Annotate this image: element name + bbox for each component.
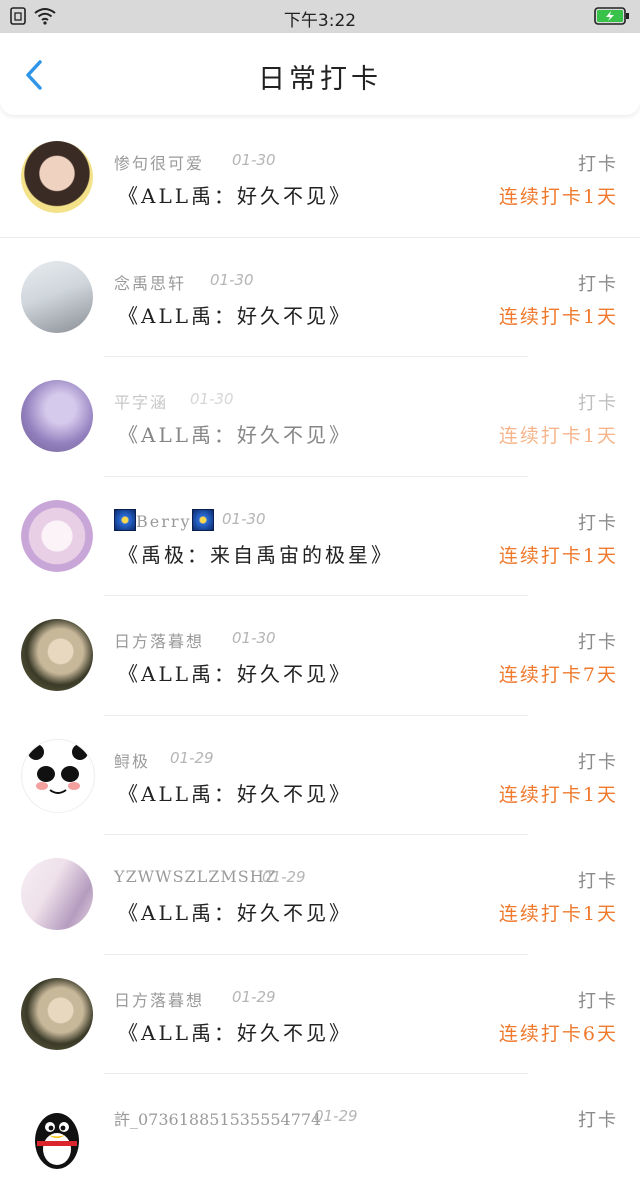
list-item[interactable]: 惨句很可爱 01-30 《ALL禹：好久不见》 打卡 连续打卡1天 (0, 118, 640, 238)
status-time: 下午3:22 (283, 11, 357, 31)
checkin-label: 打卡 (578, 154, 618, 175)
avatar[interactable] (21, 738, 95, 813)
book-title[interactable]: 《ALL禹：好久不见》 (118, 658, 352, 687)
list-item[interactable]: YZWWSZLZMSHZ 01-29 《ALL禹：好久不见》 打卡 连续打卡1天 (0, 835, 640, 955)
avatar[interactable] (21, 1097, 93, 1169)
checkin-label: 打卡 (578, 273, 618, 295)
streak-label: 连续打卡1天 (498, 305, 618, 328)
list-item[interactable]: 許_073618851535554774 01-29 打卡 (0, 1074, 640, 1194)
sparkle-icon (114, 508, 136, 531)
checkin-label: 打卡 (578, 751, 618, 773)
streak-label: 连续打卡1天 (498, 544, 618, 567)
checkin-label: 打卡 (578, 393, 618, 414)
checkin-date: 01-30 (232, 151, 276, 169)
book-title[interactable]: 《禹极：来自禹宙的极星》 (118, 539, 394, 568)
checkin-label: 打卡 (578, 1110, 618, 1131)
book-title[interactable]: 《ALL禹：好久不见》 (118, 778, 352, 807)
list-item[interactable]: 鲟极 01-29 《ALL禹：好久不见》 打卡 连续打卡1天 (0, 716, 640, 836)
user-name[interactable]: 鲟极 (114, 748, 150, 772)
checkin-date: 01-29 (170, 748, 214, 767)
streak-label: 连续打卡1天 (498, 186, 618, 208)
checkin-date: 01-29 (262, 868, 306, 886)
checkin-date: 01-30 (222, 509, 266, 528)
avatar[interactable] (21, 141, 93, 213)
user-name[interactable]: 平字涵 (114, 389, 168, 413)
checkin-label: 打卡 (578, 871, 618, 892)
book-title[interactable]: 《ALL禹：好久不见》 (118, 180, 352, 209)
user-name[interactable]: 惨句很可爱 (114, 150, 204, 174)
list-item[interactable]: 日方落暮想 01-29 《ALL禹：好久不见》 打卡 连续打卡6天 (0, 955, 640, 1075)
book-title[interactable]: 《ALL禹：好久不见》 (118, 419, 352, 448)
streak-label: 连续打卡1天 (498, 903, 618, 925)
user-name-text: Berry (136, 511, 192, 531)
book-title[interactable]: 《ALL禹：好久不见》 (118, 1017, 352, 1046)
user-name[interactable]: Berry (114, 508, 214, 531)
user-name[interactable]: YZWWSZLZMSHZ (114, 867, 277, 886)
list-item[interactable]: 平字涵 01-30 《ALL禹：好久不见》 打卡 连续打卡1天 (0, 357, 640, 477)
checkin-date: 01-29 (314, 1107, 358, 1125)
checkin-date: 01-30 (210, 270, 254, 289)
book-title[interactable]: 《ALL禹：好久不见》 (118, 300, 352, 329)
book-title[interactable]: 《ALL禹：好久不见》 (118, 897, 352, 926)
avatar[interactable] (21, 260, 93, 333)
checkin-date: 01-29 (232, 987, 276, 1006)
sparkle-icon (191, 508, 214, 531)
checkin-list: 惨句很可爱 01-30 《ALL禹：好久不见》 打卡 连续打卡1天 念禹思轩 0… (0, 118, 640, 1194)
streak-label: 连续打卡6天 (498, 1022, 618, 1045)
streak-label: 连续打卡1天 (498, 783, 618, 806)
checkin-date: 01-30 (232, 629, 276, 647)
battery-icon (594, 7, 629, 25)
penguin-icon (35, 1113, 79, 1169)
checkin-label: 打卡 (578, 512, 618, 534)
panda-face-icon (28, 743, 88, 808)
streak-label: 连续打卡1天 (498, 425, 618, 447)
avatar[interactable] (21, 380, 93, 452)
user-name[interactable]: 日方落暮想 (114, 987, 204, 1011)
avatar[interactable] (21, 858, 93, 930)
list-item[interactable]: 念禹思轩 01-30 《ALL禹：好久不见》 打卡 连续打卡1天 (0, 238, 640, 358)
list-item[interactable]: 日方落暮想 01-30 《ALL禹：好久不见》 打卡 连续打卡7天 (0, 596, 640, 716)
user-name[interactable]: 日方落暮想 (114, 628, 204, 652)
nav-bar: 日常打卡 (0, 33, 640, 115)
avatar[interactable] (21, 977, 93, 1050)
status-bar: 下午3:22 (0, 0, 640, 33)
page-title: 日常打卡 (258, 64, 382, 95)
avatar[interactable] (21, 619, 93, 691)
checkin-label: 打卡 (578, 990, 618, 1012)
user-name[interactable]: 念禹思轩 (114, 270, 186, 294)
avatar[interactable] (21, 499, 93, 572)
checkin-date: 01-30 (190, 390, 234, 408)
checkin-label: 打卡 (578, 632, 618, 653)
list-item[interactable]: Berry 01-30 《禹极：来自禹宙的极星》 打卡 连续打卡1天 (0, 477, 640, 597)
user-name[interactable]: 許_073618851535554774 (114, 1106, 321, 1130)
streak-label: 连续打卡7天 (498, 664, 618, 686)
